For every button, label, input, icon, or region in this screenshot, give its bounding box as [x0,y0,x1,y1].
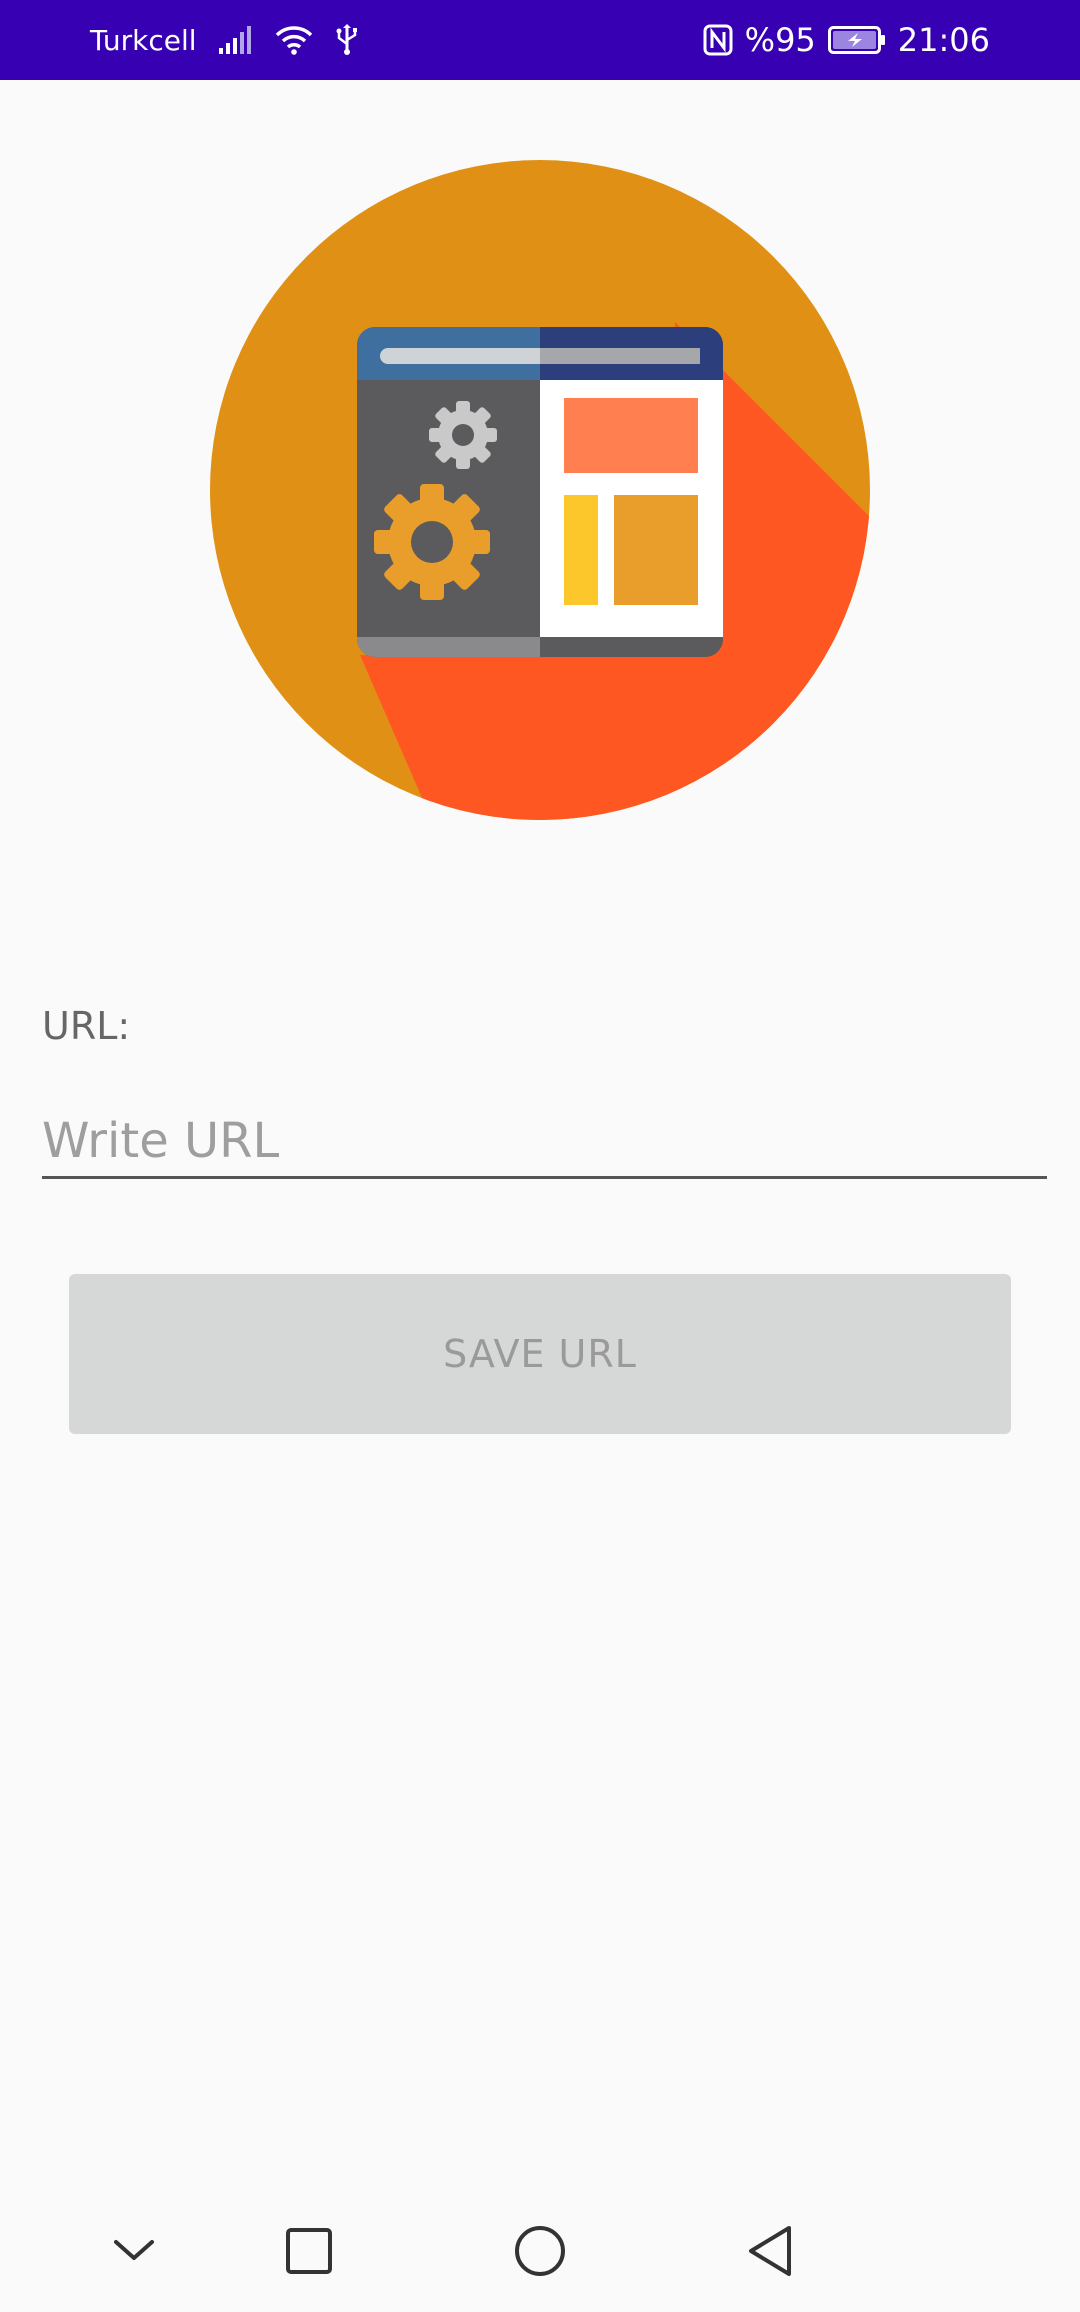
url-input[interactable] [42,1106,1047,1179]
nfc-icon [703,24,733,56]
battery-charging-icon [827,26,886,54]
back-icon[interactable] [710,2190,830,2312]
clock-time: 21:06 [897,21,990,59]
usb-icon [335,24,359,56]
save-url-button[interactable]: SAVE URL [69,1274,1011,1434]
save-url-button-label: SAVE URL [443,1332,637,1376]
navigation-bar [0,2190,1080,2312]
url-label: URL: [42,1004,131,1048]
app-logo [210,160,870,820]
battery-percent: %95 [744,21,816,59]
status-bar-left: Turkcell [90,0,359,80]
web-settings-icon [210,160,870,820]
wifi-icon [275,25,313,55]
status-bar-right: %95 21:06 [703,0,990,80]
signal-icon [218,26,253,54]
home-icon[interactable] [480,2190,600,2312]
screen: Turkcell %95 21:06 URL: Write URL SAVE U… [0,0,1080,2312]
carrier-name: Turkcell [90,23,197,57]
chevron-down-icon[interactable] [74,2190,194,2312]
recents-icon[interactable] [249,2190,369,2312]
status-bar: Turkcell %95 21:06 [0,0,1080,80]
